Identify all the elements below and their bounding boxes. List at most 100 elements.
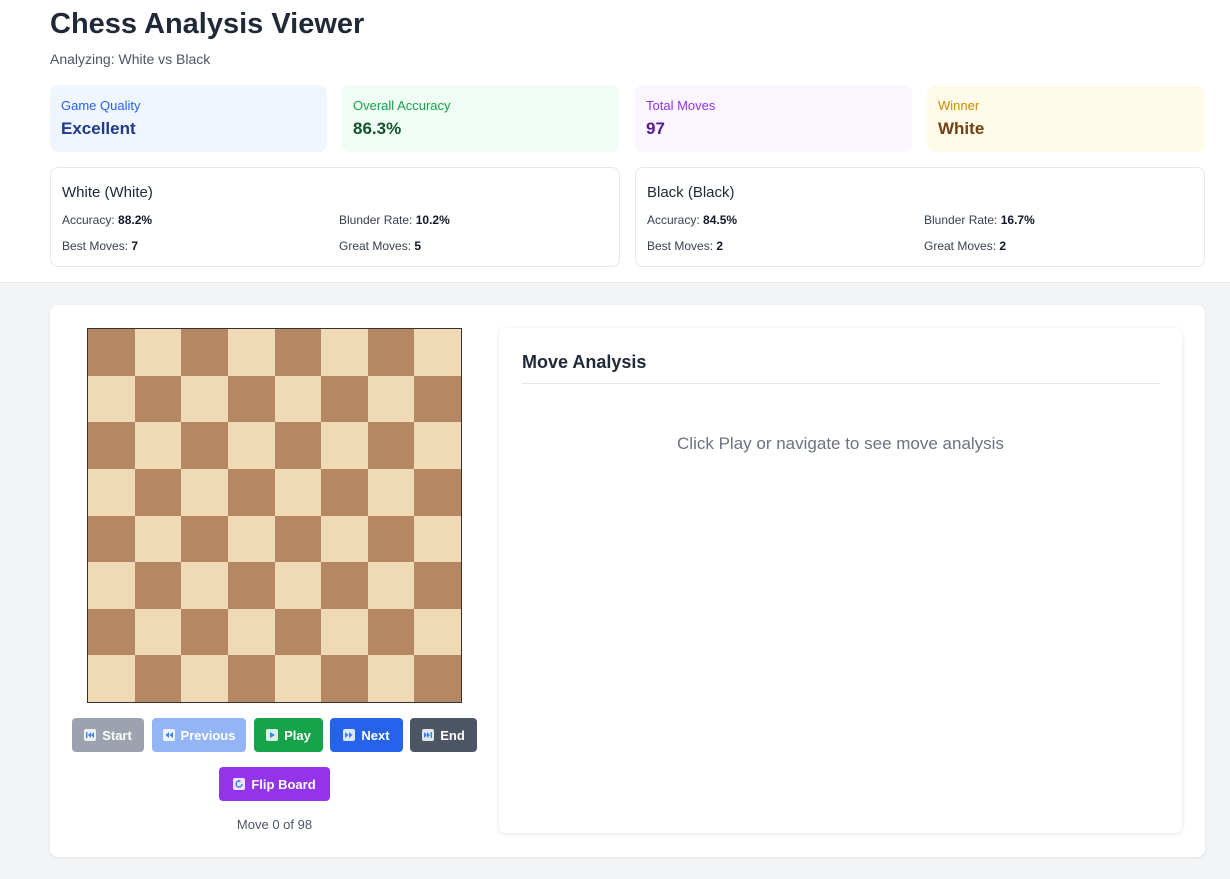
board-square-g6[interactable] xyxy=(367,422,415,469)
board-square-a1[interactable] xyxy=(88,655,135,702)
board-square-e5[interactable] xyxy=(274,468,322,516)
play-label: Play xyxy=(284,727,311,743)
board-square-f8[interactable] xyxy=(321,329,368,376)
start-label: Start xyxy=(102,727,132,743)
board-square-e7[interactable] xyxy=(274,375,322,423)
stat-card-game-quality: Game Quality Excellent xyxy=(50,85,327,152)
skip-back-icon xyxy=(84,729,97,741)
board-square-h4[interactable] xyxy=(414,515,461,563)
board-square-f3[interactable] xyxy=(321,562,368,609)
board-square-a3[interactable] xyxy=(88,562,135,609)
board-square-d8[interactable] xyxy=(227,329,275,376)
board-square-h2[interactable] xyxy=(414,608,461,656)
rewind-icon xyxy=(162,729,175,741)
board-square-c1[interactable] xyxy=(181,655,228,702)
play-icon xyxy=(266,729,279,741)
board-square-a7[interactable] xyxy=(88,375,135,423)
player-card-white: White (White) Accuracy: 88.2% Blunder Ra… xyxy=(50,167,620,267)
board-square-b8[interactable] xyxy=(134,329,182,376)
play-button[interactable]: Play xyxy=(254,718,323,752)
board-square-b2[interactable] xyxy=(134,608,182,656)
board-square-f4[interactable] xyxy=(321,515,368,563)
player-name: White (White) xyxy=(62,184,153,201)
stat-label: Overall Accuracy xyxy=(353,98,451,113)
skip-forward-icon xyxy=(422,729,435,741)
board-square-g8[interactable] xyxy=(367,329,415,376)
player-accuracy: Accuracy: 88.2% xyxy=(62,213,153,227)
stat-value: 97 xyxy=(646,119,665,138)
player-name: Black (Black) xyxy=(647,184,735,201)
board-square-a6[interactable] xyxy=(88,422,135,469)
board-square-f5[interactable] xyxy=(321,468,368,516)
divider xyxy=(522,383,1160,384)
board-square-b1[interactable] xyxy=(134,655,182,702)
board-square-f7[interactable] xyxy=(321,375,368,423)
board-square-c4[interactable] xyxy=(181,515,228,563)
board-square-h7[interactable] xyxy=(414,375,461,423)
next-button[interactable]: Next xyxy=(330,718,403,752)
board-square-d3[interactable] xyxy=(227,562,275,609)
board-square-d2[interactable] xyxy=(227,608,275,656)
board-square-h6[interactable] xyxy=(414,422,461,469)
board-square-f1[interactable] xyxy=(321,655,368,702)
analysis-placeholder: Click Play or navigate to see move analy… xyxy=(677,434,1004,453)
board-square-e4[interactable] xyxy=(274,515,322,563)
board-square-a5[interactable] xyxy=(88,468,135,516)
stat-card-overall-accuracy: Overall Accuracy 86.3% xyxy=(342,85,619,152)
board-square-a2[interactable] xyxy=(88,608,135,656)
previous-button[interactable]: Previous xyxy=(152,718,246,752)
start-button[interactable]: Start xyxy=(72,718,144,752)
board-square-b3[interactable] xyxy=(134,562,182,609)
board-square-b6[interactable] xyxy=(134,422,182,469)
board-square-c3[interactable] xyxy=(181,562,228,609)
player-great-moves: Great Moves: 2 xyxy=(924,239,1007,253)
board-square-d1[interactable] xyxy=(227,655,275,702)
board-square-c5[interactable] xyxy=(181,468,228,516)
flip-board-button[interactable]: Flip Board xyxy=(219,767,330,801)
board-square-e3[interactable] xyxy=(274,562,322,609)
board-square-g4[interactable] xyxy=(367,515,415,563)
board-square-g1[interactable] xyxy=(367,655,415,702)
board-square-h1[interactable] xyxy=(414,655,461,702)
move-analysis-title: Move Analysis xyxy=(522,352,647,372)
board-square-d4[interactable] xyxy=(227,515,275,563)
board-square-g5[interactable] xyxy=(367,468,415,516)
end-label: End xyxy=(440,727,465,743)
board-square-c8[interactable] xyxy=(181,329,228,376)
board-square-c2[interactable] xyxy=(181,608,228,656)
player-blunder-rate: Blunder Rate: 16.7% xyxy=(924,213,1035,227)
chess-board[interactable] xyxy=(87,328,462,703)
board-square-e2[interactable] xyxy=(274,608,322,656)
board-square-h8[interactable] xyxy=(414,329,461,376)
board-square-d5[interactable] xyxy=(227,468,275,516)
previous-label: Previous xyxy=(180,727,236,743)
board-square-f2[interactable] xyxy=(321,608,368,656)
board-square-e1[interactable] xyxy=(274,655,322,702)
board-square-g2[interactable] xyxy=(367,608,415,656)
fast-forward-icon xyxy=(343,729,356,741)
next-label: Next xyxy=(361,727,390,743)
board-square-b4[interactable] xyxy=(134,515,182,563)
page-title: Chess Analysis Viewer xyxy=(50,8,365,40)
board-square-b7[interactable] xyxy=(134,375,182,423)
board-square-d7[interactable] xyxy=(227,375,275,423)
board-square-c7[interactable] xyxy=(181,375,228,423)
board-square-f6[interactable] xyxy=(321,422,368,469)
board-square-e6[interactable] xyxy=(274,422,322,469)
board-square-c6[interactable] xyxy=(181,422,228,469)
board-square-a8[interactable] xyxy=(88,329,135,376)
stat-value: White xyxy=(938,119,985,138)
stat-value: Excellent xyxy=(61,119,136,138)
page-subtitle: Analyzing: White vs Black xyxy=(50,51,211,67)
board-square-d6[interactable] xyxy=(227,422,275,469)
board-square-h3[interactable] xyxy=(414,562,461,609)
board-square-h5[interactable] xyxy=(414,468,461,516)
board-square-b5[interactable] xyxy=(134,468,182,516)
board-square-g3[interactable] xyxy=(367,562,415,609)
refresh-icon xyxy=(233,778,246,790)
stat-card-total-moves: Total Moves 97 xyxy=(635,85,912,152)
board-square-g7[interactable] xyxy=(367,375,415,423)
board-square-a4[interactable] xyxy=(88,515,135,563)
board-square-e8[interactable] xyxy=(274,329,322,376)
end-button[interactable]: End xyxy=(410,718,477,752)
